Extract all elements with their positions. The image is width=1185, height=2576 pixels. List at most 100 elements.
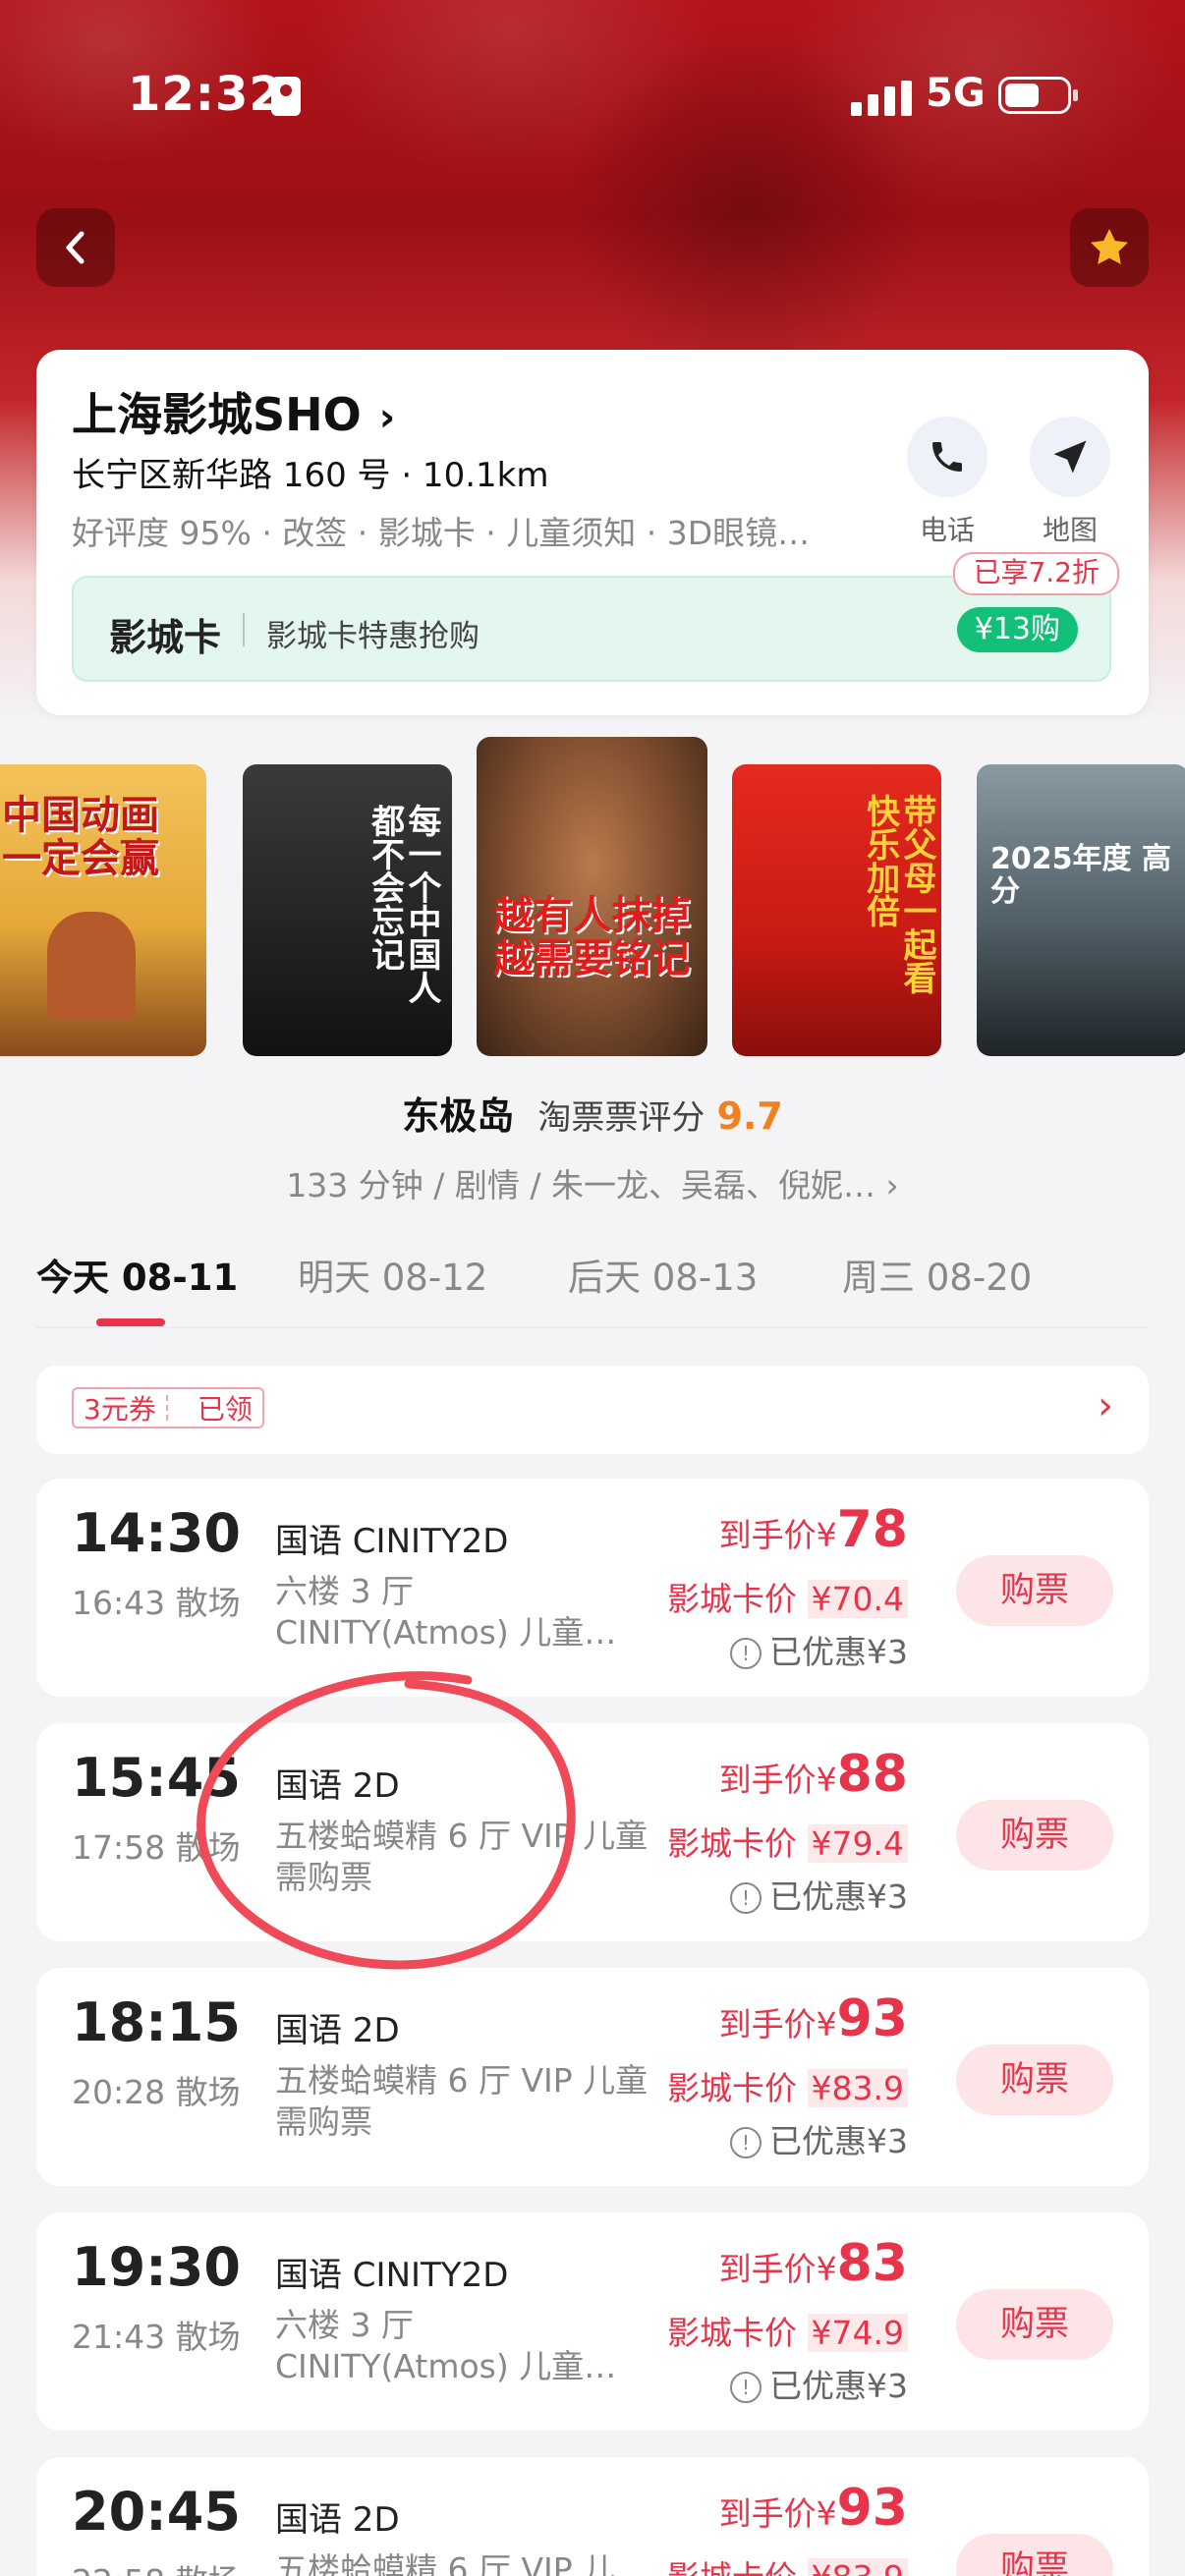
- showtime-hall: 五楼蛤蟆精 6 厅 VIP 儿: [275, 2550, 616, 2576]
- signal-icon: [851, 81, 912, 116]
- poster-3[interactable]: 越有人抹掉 越需要铭记: [477, 737, 707, 1056]
- coupon-tag: 3元券 已领: [72, 1387, 264, 1428]
- map-button[interactable]: 地图: [1026, 417, 1114, 548]
- final-price-label: 到手价¥: [718, 2494, 837, 2533]
- showtime-start: 19:30: [72, 2236, 241, 2298]
- clock: 12:32: [128, 67, 283, 122]
- chevron-right-icon: ›: [378, 395, 396, 440]
- tab-tomorrow[interactable]: 明天 08-12: [298, 1248, 487, 1301]
- card-price-label: 影城卡价: [667, 1824, 798, 1863]
- movie-title: 东极岛: [402, 1094, 515, 1138]
- final-price: 到手价¥83: [719, 2234, 908, 2293]
- cinema-card-promo[interactable]: 影城卡 影城卡特惠抢购 ¥13购: [72, 576, 1111, 682]
- showtime-row[interactable]: 19:30 21:43 散场 国语 CINITY2D 六楼 3 厅 CINITY…: [36, 2212, 1149, 2431]
- coupon-amount: 3元券: [84, 1393, 156, 1426]
- map-navigation-icon: [1053, 440, 1087, 474]
- info-icon: !: [730, 1882, 762, 1914]
- showtime-language: 国语 CINITY2D: [275, 2256, 509, 2295]
- final-price-value: 78: [836, 1500, 908, 1559]
- network-type: 5G: [926, 71, 986, 116]
- showtime-start: 15:45: [72, 1747, 241, 1809]
- tab-day-after[interactable]: 后天 08-13: [568, 1248, 758, 1301]
- card-price-value: ¥83.9: [807, 2558, 908, 2576]
- cinema-name: 上海影城SHO: [72, 388, 362, 441]
- buy-ticket-button[interactable]: 购票: [956, 2044, 1113, 2115]
- card-price-label: 影城卡价: [667, 2069, 798, 2107]
- active-tab-indicator: [96, 1318, 165, 1326]
- phone-label: 电话: [919, 514, 975, 546]
- poster-4-text: 带父母一起看 快乐加倍: [860, 794, 936, 994]
- buy-ticket-button[interactable]: 购票: [956, 1800, 1113, 1871]
- showtime-row[interactable]: 15:45 17:58 散场 国语 2D 五楼蛤蟆精 6 厅 VIP 儿童需购票…: [36, 1723, 1149, 1941]
- showtime-row[interactable]: 20:45 22:58 散场 国语 2D 五楼蛤蟆精 6 厅 VIP 儿 到手价…: [36, 2457, 1149, 2576]
- final-price-value: 83: [836, 2234, 908, 2293]
- final-price: 到手价¥93: [719, 2479, 908, 2538]
- showtime-end: 16:43 散场: [72, 1584, 241, 1622]
- showtime-end: 20:28 散场: [72, 2073, 241, 2111]
- coupon-status: 已领: [197, 1393, 253, 1426]
- poster-5[interactable]: 2025年度 高分: [977, 764, 1185, 1056]
- promo-divider: [243, 613, 245, 646]
- final-price-label: 到手价¥: [718, 2005, 837, 2044]
- poster-2[interactable]: 每一个中国人 都不会忘记: [243, 764, 452, 1056]
- poster-5-text: 2025年度 高分: [990, 842, 1171, 909]
- final-price-label: 到手价¥: [718, 2250, 837, 2288]
- buy-ticket-button[interactable]: 购票: [956, 2289, 1113, 2360]
- showtime-row[interactable]: 14:30 16:43 散场 国语 CINITY2D 六楼 3 厅 CINITY…: [36, 1479, 1149, 1697]
- showtime-hall: 五楼蛤蟆精 6 厅 VIP 儿童需购票: [275, 1817, 649, 1896]
- coupon-tag-divider: [165, 1395, 188, 1421]
- tab-today[interactable]: 今天 08-11: [36, 1248, 238, 1301]
- date-tabs: 今天 08-11 明天 08-12 后天 08-13 周三 08-20: [0, 1248, 1185, 1328]
- discount-note: ! 已优惠¥3: [730, 2115, 908, 2162]
- cinema-service-tags[interactable]: 好评度 95% · 改签 · 影城卡 · 儿童须知 · 3D眼镜…: [72, 507, 907, 554]
- card-price-label: 影城卡价: [667, 2314, 798, 2352]
- poster-1[interactable]: 中国动画 一定会赢: [0, 764, 206, 1056]
- showtime-start: 18:15: [72, 1991, 241, 2053]
- rating-label: 淘票票评分: [537, 1098, 705, 1138]
- back-button[interactable]: [36, 208, 115, 287]
- poster-4[interactable]: 带父母一起看 快乐加倍: [732, 764, 941, 1056]
- final-price: 到手价¥78: [719, 1500, 908, 1559]
- promo-buy-button[interactable]: ¥13购: [956, 607, 1078, 652]
- showtime-end: 22:58 散场: [72, 2555, 241, 2576]
- card-price: 影城卡价 ¥70.4: [667, 1573, 908, 1620]
- chevron-right-icon: ›: [1098, 1383, 1113, 1428]
- card-price-label: 影城卡价: [667, 2558, 797, 2576]
- showtime-hall: 六楼 3 厅 CINITY(Atmos) 儿童…: [275, 2306, 617, 2385]
- star-icon: [1091, 229, 1128, 264]
- phone-button[interactable]: 电话: [903, 417, 991, 548]
- discount-note: ! 已优惠¥3: [730, 1871, 908, 1918]
- promo-description: 影城卡特惠抢购: [266, 619, 480, 654]
- discount-text: 已优惠¥3: [769, 2367, 908, 2405]
- showtime-language: 国语 2D: [275, 1766, 400, 1806]
- final-price: 到手价¥93: [719, 1989, 908, 2048]
- final-price-value: 93: [836, 1989, 908, 2048]
- showtime-hall: 五楼蛤蟆精 6 厅 VIP 儿童需购票: [275, 2061, 649, 2141]
- card-price: 影城卡价 ¥83.9: [667, 2062, 908, 2109]
- card-price: 影城卡价 ¥79.4: [667, 1818, 908, 1865]
- card-price-value: ¥79.4: [807, 1824, 908, 1863]
- info-icon: !: [730, 1638, 762, 1669]
- showtime-end: 21:43 散场: [72, 2318, 241, 2356]
- card-price: 影城卡价 ¥74.9: [667, 2307, 908, 2354]
- card-price-value: ¥70.4: [807, 1580, 908, 1618]
- buy-ticket-button[interactable]: 购票: [956, 1555, 1113, 1626]
- tab-wednesday[interactable]: 周三 08-20: [842, 1248, 1032, 1301]
- favorite-button[interactable]: [1070, 208, 1149, 287]
- movie-details-link[interactable]: 133 分钟 / 剧情 / 朱一龙、吴磊、倪妮… ›: [0, 1159, 1185, 1206]
- discount-note: ! 已优惠¥3: [730, 2360, 908, 2407]
- showtime-start: 20:45: [72, 2481, 241, 2543]
- buy-ticket-button[interactable]: 购票: [956, 2534, 1113, 2576]
- movie-title-row: 东极岛 淘票票评分 9.7: [0, 1086, 1185, 1140]
- final-price-value: 93: [836, 2479, 908, 2538]
- phone-icon: [932, 442, 962, 472]
- discount-badge: 已享7.2折: [953, 552, 1119, 595]
- coupon-bar[interactable]: 3元券 已领 ›: [36, 1366, 1149, 1454]
- cinema-name-link[interactable]: 上海影城SHO ›: [72, 379, 395, 444]
- battery-icon: [998, 77, 1078, 114]
- showtime-language: 国语 2D: [275, 2011, 400, 2050]
- discount-text: 已优惠¥3: [769, 1633, 908, 1671]
- showtime-row[interactable]: 18:15 20:28 散场 国语 2D 五楼蛤蟆精 6 厅 VIP 儿童需购票…: [36, 1968, 1149, 2186]
- final-price: 到手价¥88: [719, 1745, 908, 1804]
- final-price-value: 88: [836, 1745, 908, 1804]
